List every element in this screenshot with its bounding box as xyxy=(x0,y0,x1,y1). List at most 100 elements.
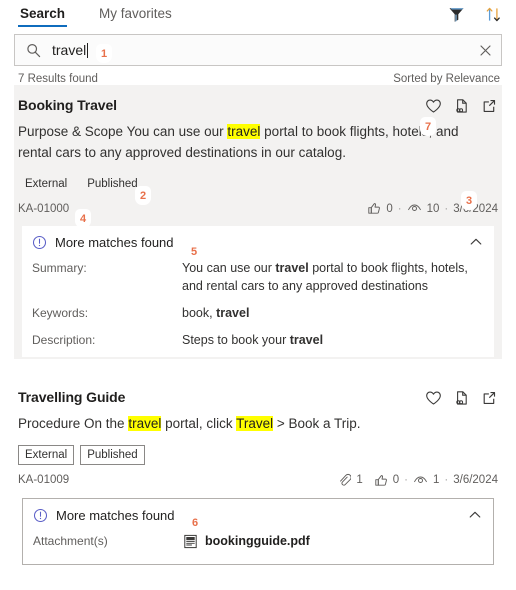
sort-icon[interactable] xyxy=(485,6,502,23)
result-title[interactable]: Travelling Guide xyxy=(18,389,125,405)
match-value: You can use our travel portal to book fl… xyxy=(182,259,484,295)
annotation-badge-4: 4 xyxy=(75,209,91,228)
result-tags: External Published xyxy=(18,445,498,465)
match-text: You can use our xyxy=(182,261,276,275)
favorite-icon[interactable] xyxy=(425,390,442,406)
result-date: 3/6/2024 xyxy=(453,474,498,486)
more-matches-toggle[interactable]: More matches found xyxy=(23,499,493,531)
views-count: 1 xyxy=(432,474,440,486)
text-caret xyxy=(87,43,89,58)
result-actions xyxy=(425,389,498,406)
match-row: Description: Steps to book your travel xyxy=(22,330,494,357)
result-stats: 1 0 · 1 · 3/6/2024 xyxy=(338,473,498,487)
result-header: Travelling Guide xyxy=(18,389,498,406)
tab-my-favorites[interactable]: My favorites xyxy=(97,4,174,27)
stats-separator: · xyxy=(444,202,449,215)
match-label: Keywords: xyxy=(32,306,89,320)
match-text-bold: travel xyxy=(275,261,309,275)
likes-count: 0 xyxy=(392,474,400,486)
sort-label[interactable]: Sorted by Relevance xyxy=(393,73,500,85)
match-value: bookingguide.pdf xyxy=(183,532,326,550)
tab-search-label: Search xyxy=(20,6,66,21)
annotation-badge-7: 7 xyxy=(420,117,436,136)
match-text-bold: travel xyxy=(216,306,250,320)
result-header: Booking Travel xyxy=(18,97,498,114)
result-actions xyxy=(425,97,498,114)
match-label: Summary: xyxy=(32,261,87,275)
snippet-highlight: travel xyxy=(128,416,162,431)
annotation-badge-3: 3 xyxy=(461,191,477,210)
likes-count: 0 xyxy=(386,202,393,215)
more-matches-panel: More matches found Summary: You can use … xyxy=(22,226,494,357)
info-icon xyxy=(32,235,47,250)
result-id-row: KA-01009 1 0 · 1 · 3/6/2024 xyxy=(18,473,498,487)
search-icon xyxy=(25,42,42,59)
article-id: KA-01000 xyxy=(18,202,70,215)
search-input[interactable]: travel xyxy=(14,34,502,66)
filter-icon[interactable] xyxy=(448,6,465,23)
stats-separator: · xyxy=(444,474,449,486)
info-icon xyxy=(33,508,48,523)
results-summary: 7 Results found Sorted by Relevance xyxy=(0,66,516,85)
tab-bar: Search My favorites xyxy=(0,0,516,30)
snippet-part: > Book a Trip. xyxy=(273,416,361,431)
match-value: book, travel xyxy=(182,304,265,322)
annotation-badge-5: 5 xyxy=(186,242,202,261)
article-id: KA-01009 xyxy=(18,474,70,486)
result-snippet: Procedure On the travel portal, click Tr… xyxy=(18,413,498,434)
annotation-badge-6: 6 xyxy=(187,513,203,532)
clear-icon[interactable] xyxy=(478,43,493,58)
match-text: book, xyxy=(182,306,217,320)
attachment-icon xyxy=(338,473,352,487)
open-external-icon[interactable] xyxy=(481,390,498,406)
tag-external: External xyxy=(25,178,68,190)
thumbs-up-icon xyxy=(367,202,381,215)
annotation-badge-2: 2 xyxy=(135,186,151,205)
match-label: Description: xyxy=(32,333,96,347)
more-matches-label: More matches found xyxy=(55,234,174,250)
match-text: Steps to book your xyxy=(182,333,290,347)
match-row: Summary: You can use our travel portal t… xyxy=(22,258,494,303)
more-matches-toggle[interactable]: More matches found xyxy=(22,226,494,258)
snippet-highlight: travel xyxy=(227,124,261,139)
snippet-highlight: Travel xyxy=(236,416,274,431)
copy-link-icon[interactable] xyxy=(453,98,470,114)
chevron-up-icon[interactable] xyxy=(468,234,484,250)
result-card: Travelling Guide Procedure On the travel… xyxy=(0,377,516,567)
views-icon xyxy=(407,202,422,215)
match-row: Keywords: book, travel xyxy=(22,303,494,330)
views-icon xyxy=(413,474,428,487)
result-title[interactable]: Booking Travel xyxy=(18,97,117,113)
more-matches-panel: More matches found Attachment(s) booking… xyxy=(22,498,494,565)
result-stats: 0 · 10 · 3/6/2024 xyxy=(367,202,498,215)
match-text-bold: travel xyxy=(289,333,324,347)
tag-published: Published xyxy=(80,445,145,465)
views-count: 10 xyxy=(426,202,440,215)
chevron-up-icon[interactable] xyxy=(467,507,483,523)
match-row: Attachment(s) bookingguide.pdf xyxy=(23,531,493,564)
snippet-part: portal, click xyxy=(161,416,237,431)
tab-toolbar xyxy=(448,4,502,23)
snippet-part: Purpose & Scope You can use our xyxy=(18,124,228,139)
tab-my-favorites-label: My favorites xyxy=(99,6,172,21)
tab-search[interactable]: Search xyxy=(18,4,68,27)
search-input-value: travel xyxy=(52,42,89,58)
favorite-icon[interactable] xyxy=(425,98,442,114)
result-tags: External Published xyxy=(18,174,498,194)
more-matches-label: More matches found xyxy=(56,507,175,523)
open-external-icon[interactable] xyxy=(481,98,498,114)
annotation-badge-1: 1 xyxy=(96,44,112,63)
search-bar-container: travel xyxy=(0,30,516,66)
pdf-file-icon xyxy=(183,534,198,549)
results-count: 7 Results found xyxy=(18,73,98,85)
stats-separator: · xyxy=(404,474,408,486)
thumbs-up-icon xyxy=(374,474,388,487)
match-value: Steps to book your travel xyxy=(182,331,339,349)
copy-link-icon[interactable] xyxy=(453,390,470,406)
tag-external: External xyxy=(18,445,75,465)
stats-separator: · xyxy=(397,202,402,215)
attachments-count: 1 xyxy=(356,474,363,486)
snippet-part: Procedure On the xyxy=(18,416,129,431)
attachment-filename[interactable]: bookingguide.pdf xyxy=(205,532,310,550)
match-label: Attachment(s) xyxy=(33,534,108,548)
